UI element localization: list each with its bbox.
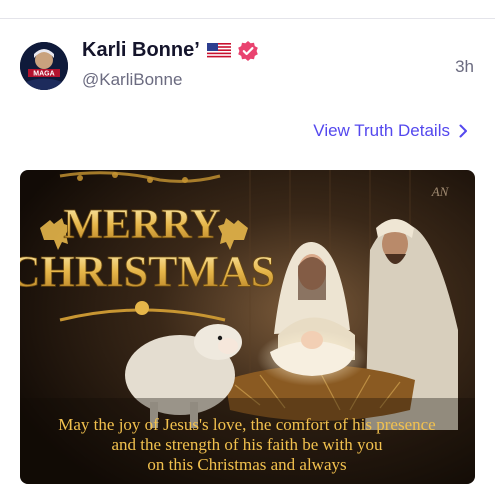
author-name[interactable]: Karli Bonne’ <box>82 39 259 62</box>
message-line2: and the strength of his faith be with yo… <box>111 435 383 454</box>
watermark-text: AN <box>431 184 450 199</box>
christmas-nativity-image: AN MERRY CHRISTMAS May the joy of Jesus'… <box>20 170 475 484</box>
post-header: MAGA Karli Bonne’ @KarliBonne 3h <box>0 0 495 110</box>
greeting-line2: CHRISTMAS <box>20 247 275 296</box>
details-link-label: View Truth Details <box>313 121 450 140</box>
message-line1: May the joy of Jesus's love, the comfort… <box>58 415 435 434</box>
chevron-right-icon <box>459 124 467 138</box>
verified-badge-icon <box>237 40 258 61</box>
post-media-image[interactable]: AN MERRY CHRISTMAS May the joy of Jesus'… <box>20 170 475 484</box>
view-truth-details-link[interactable]: View Truth Details <box>313 121 468 141</box>
us-flag-icon <box>206 43 231 58</box>
message-line3: on this Christmas and always <box>147 455 346 474</box>
avatar-text: MAGA <box>33 71 54 78</box>
avatar[interactable]: MAGA <box>20 42 68 90</box>
author-name-text: Karli Bonne’ <box>82 39 200 61</box>
post-timestamp: 3h <box>455 57 474 76</box>
greeting-line1: MERRY <box>63 202 220 248</box>
avatar-image: MAGA <box>20 42 68 90</box>
author-handle[interactable]: @KarliBonne <box>82 70 182 90</box>
